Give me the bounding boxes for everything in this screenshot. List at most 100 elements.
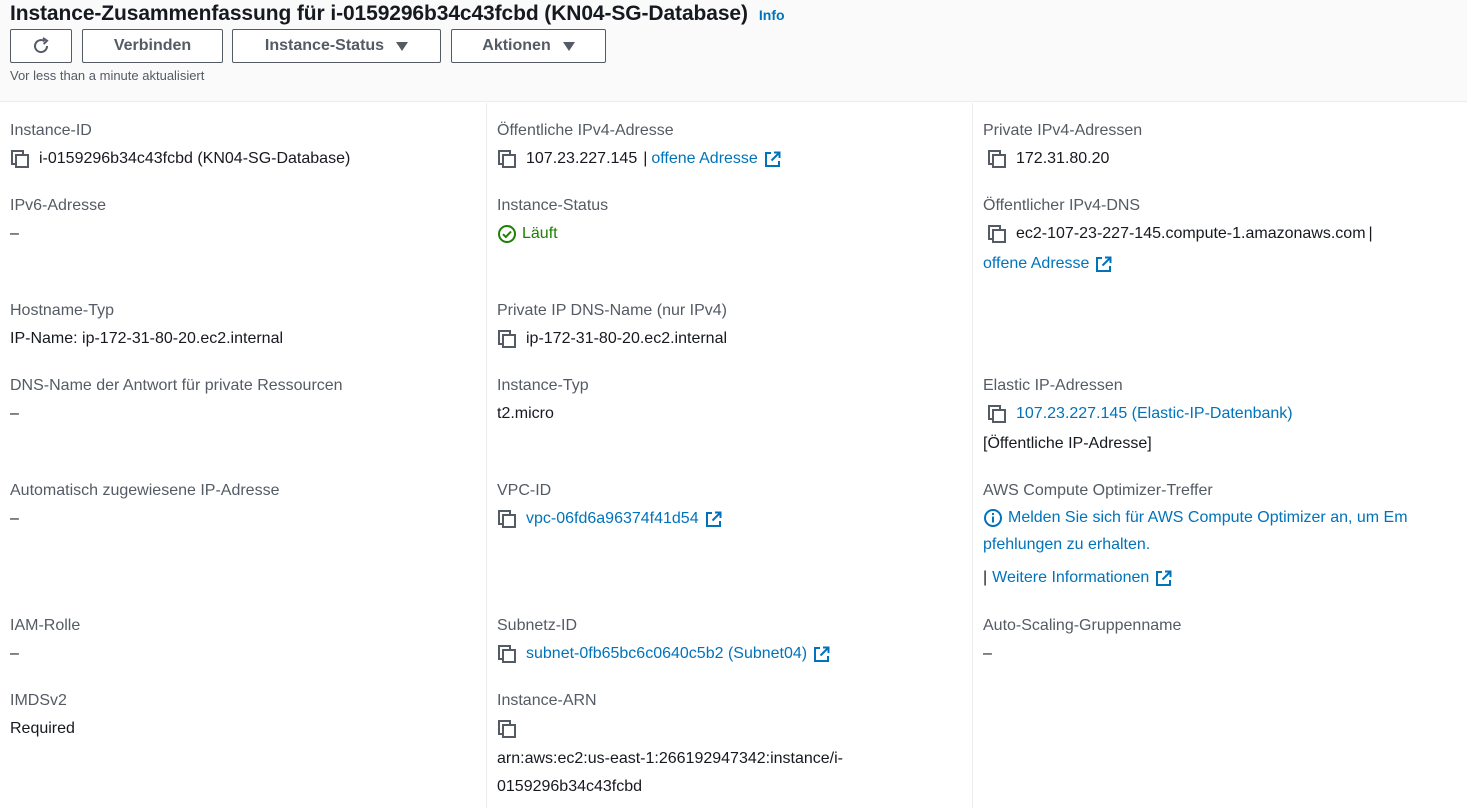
- private-ipv4-value-row: 172.31.80.20: [983, 149, 1142, 169]
- open-address-link[interactable]: offene Adresse: [651, 149, 757, 169]
- external-link-icon[interactable]: [764, 151, 781, 168]
- public-ipv4-value: 107.23.227.145: [526, 150, 638, 167]
- field-imdsv2: IMDSv2 Required: [10, 691, 75, 739]
- instance-arn-label: Instance-ARN: [497, 692, 597, 709]
- asg-name-label: Auto-Scaling-Gruppenname: [983, 617, 1182, 634]
- connect-button-label: Verbinden: [113, 37, 192, 54]
- external-link-icon[interactable]: [705, 511, 722, 528]
- caret-down-icon: [562, 41, 575, 51]
- compute-optimizer-line1-row: Melden Sie sich für AWS Compute Optimize…: [983, 508, 1458, 528]
- field-auto-ip: Automatisch zugewiesene IP-Adresse –: [10, 481, 279, 529]
- caret-down-icon: [396, 41, 409, 51]
- private-ipv4-label: Private IPv4-Adressen: [983, 122, 1143, 139]
- copy-icon[interactable]: [497, 149, 517, 169]
- external-link-icon[interactable]: [1155, 570, 1172, 587]
- external-link-icon[interactable]: [813, 646, 830, 663]
- title-row: Instance-Zusammenfassung für i-0159296b3…: [10, 2, 785, 26]
- iam-role-value: –: [10, 645, 19, 662]
- actions-dropdown[interactable]: Aktionen: [451, 29, 606, 63]
- instance-state-value: Läuft: [522, 225, 558, 242]
- subnet-id-value-row: subnet-0fb65bc6c0640c5b2 (Subnet04): [497, 644, 830, 664]
- instance-state-label: Instance-Status: [497, 197, 609, 214]
- public-ipv4-label: Öffentliche IPv4-Adresse: [497, 122, 674, 139]
- auto-ip-value: –: [10, 510, 19, 527]
- private-dns-name-label: Private IP DNS-Name (nur IPv4): [497, 302, 727, 319]
- dns-private-resources-label: DNS-Name der Antwort für private Ressour…: [10, 377, 343, 394]
- field-private-ipv4: Private IPv4-Adressen 172.31.80.20: [983, 121, 1142, 169]
- open-address-link[interactable]: offene Adresse: [983, 254, 1089, 274]
- instance-state-dropdown-label: Instance-Status: [264, 37, 385, 54]
- private-ipv4-value: 172.31.80.20: [1016, 150, 1110, 167]
- compute-optimizer-label: AWS Compute Optimizer-Treffer: [983, 482, 1213, 499]
- more-information-link[interactable]: Weitere Informationen: [992, 568, 1149, 588]
- copy-icon[interactable]: [497, 644, 517, 664]
- summary-header: Instance-Zusammenfassung für i-0159296b3…: [0, 0, 1467, 102]
- instance-type-value: t2.micro: [497, 405, 554, 422]
- instance-state-value-row: Läuft: [497, 224, 608, 244]
- instance-state-dropdown[interactable]: Instance-Status: [232, 29, 441, 63]
- page-title: Instance-Zusammenfassung für i-0159296b3…: [10, 2, 748, 25]
- copy-icon[interactable]: [987, 224, 1007, 244]
- elastic-ip-note: [Öffentliche IP-Adresse]: [983, 435, 1152, 452]
- instance-id-label: Instance-ID: [10, 122, 92, 139]
- details-column-1: Instance-ID i-0159296b34c43fcbd (KN04-SG…: [0, 103, 486, 808]
- last-updated: Vor less than a minute aktualisiert: [10, 68, 205, 83]
- info-icon: [984, 509, 1002, 527]
- instance-arn-value-line1: arn:aws:ec2:us-east-1:266192947342:insta…: [497, 750, 843, 767]
- field-instance-arn: Instance-ARN arn:aws:ec2:us-east-1:26619…: [497, 691, 843, 797]
- ipv6-value: –: [10, 225, 19, 242]
- compute-optimizer-signup-link[interactable]: Melden Sie sich für AWS Compute Optimize…: [1008, 508, 1408, 528]
- copy-icon[interactable]: [987, 149, 1007, 169]
- separator: |: [643, 150, 648, 167]
- public-dns-value: ec2-107-23-227-145.compute-1.amazonaws.c…: [1016, 225, 1366, 242]
- vpc-id-label: VPC-ID: [497, 482, 552, 499]
- field-public-dns: Öffentlicher IPv4-DNS ec2-107-23-227-145…: [983, 196, 1377, 274]
- public-ipv4-value-row: 107.23.227.145 | offene Adresse: [497, 149, 781, 169]
- field-compute-optimizer: AWS Compute Optimizer-Treffer Melden Sie…: [983, 481, 1458, 588]
- auto-ip-label: Automatisch zugewiesene IP-Adresse: [10, 482, 280, 499]
- private-dns-name-value: ip-172-31-80-20.ec2.internal: [526, 330, 728, 347]
- compute-optimizer-more-row: | Weitere Informationen: [983, 568, 1458, 588]
- instance-id-value: i-0159296b34c43fcbd (KN04-SG-Database): [39, 150, 351, 167]
- field-subnet-id: Subnetz-ID subnet-0fb65bc6c0640c5b2 (Sub…: [497, 616, 830, 664]
- info-link[interactable]: Info: [759, 7, 785, 23]
- field-public-ipv4: Öffentliche IPv4-Adresse 107.23.227.145 …: [497, 121, 781, 169]
- instance-arn-value-line2: 0159296b34c43fcbd: [497, 778, 643, 795]
- actions-dropdown-label: Aktionen: [482, 37, 551, 54]
- public-dns-link-row: offene Adresse: [983, 254, 1377, 274]
- field-dns-private-resources: DNS-Name der Antwort für private Ressour…: [10, 376, 343, 424]
- asg-name-value: –: [983, 645, 992, 662]
- field-hostname-type: Hostname-Typ IP-Name: ip-172-31-80-20.ec…: [10, 301, 283, 349]
- copy-icon[interactable]: [987, 404, 1007, 424]
- hostname-type-label: Hostname-Typ: [10, 302, 115, 319]
- public-dns-label: Öffentlicher IPv4-DNS: [983, 197, 1141, 214]
- external-link-icon[interactable]: [1095, 256, 1112, 273]
- copy-icon[interactable]: [10, 149, 30, 169]
- field-instance-id: Instance-ID i-0159296b34c43fcbd (KN04-SG…: [10, 121, 350, 169]
- instance-type-label: Instance-Typ: [497, 377, 589, 394]
- iam-role-label: IAM-Rolle: [10, 617, 81, 634]
- hostname-type-value: IP-Name: ip-172-31-80-20.ec2.internal: [10, 330, 284, 347]
- field-elastic-ip: Elastic IP-Adressen 107.23.227.145 (Elas…: [983, 376, 1293, 454]
- imdsv2-value: Required: [10, 720, 75, 737]
- vpc-id-value-row: vpc-06fd6a96374f41d54: [497, 509, 722, 529]
- compute-optimizer-line2[interactable]: pfehlungen zu erhalten.: [983, 535, 1458, 555]
- connect-button[interactable]: Verbinden: [82, 29, 223, 63]
- field-vpc-id: VPC-ID vpc-06fd6a96374f41d54: [497, 481, 722, 529]
- field-private-dns-name: Private IP DNS-Name (nur IPv4) ip-172-31…: [497, 301, 727, 349]
- copy-icon[interactable]: [497, 509, 517, 529]
- imdsv2-label: IMDSv2: [10, 692, 67, 709]
- field-asg-name: Auto-Scaling-Gruppenname –: [983, 616, 1181, 664]
- subnet-id-link[interactable]: subnet-0fb65bc6c0640c5b2 (Subnet04): [526, 644, 807, 664]
- check-circle-icon: [498, 225, 516, 243]
- elastic-ip-value-row: 107.23.227.145 (Elastic-IP-Datenbank): [983, 404, 1293, 424]
- public-dns-value-row: ec2-107-23-227-145.compute-1.amazonaws.c…: [983, 224, 1377, 244]
- copy-icon[interactable]: [497, 719, 517, 739]
- elastic-ip-link[interactable]: 107.23.227.145 (Elastic-IP-Datenbank): [1016, 404, 1293, 424]
- copy-icon[interactable]: [497, 329, 517, 349]
- separator: |: [983, 569, 988, 586]
- vpc-id-link[interactable]: vpc-06fd6a96374f41d54: [526, 509, 699, 529]
- refresh-button[interactable]: [10, 29, 72, 63]
- separator: |: [1368, 225, 1373, 242]
- subnet-id-label: Subnetz-ID: [497, 617, 578, 634]
